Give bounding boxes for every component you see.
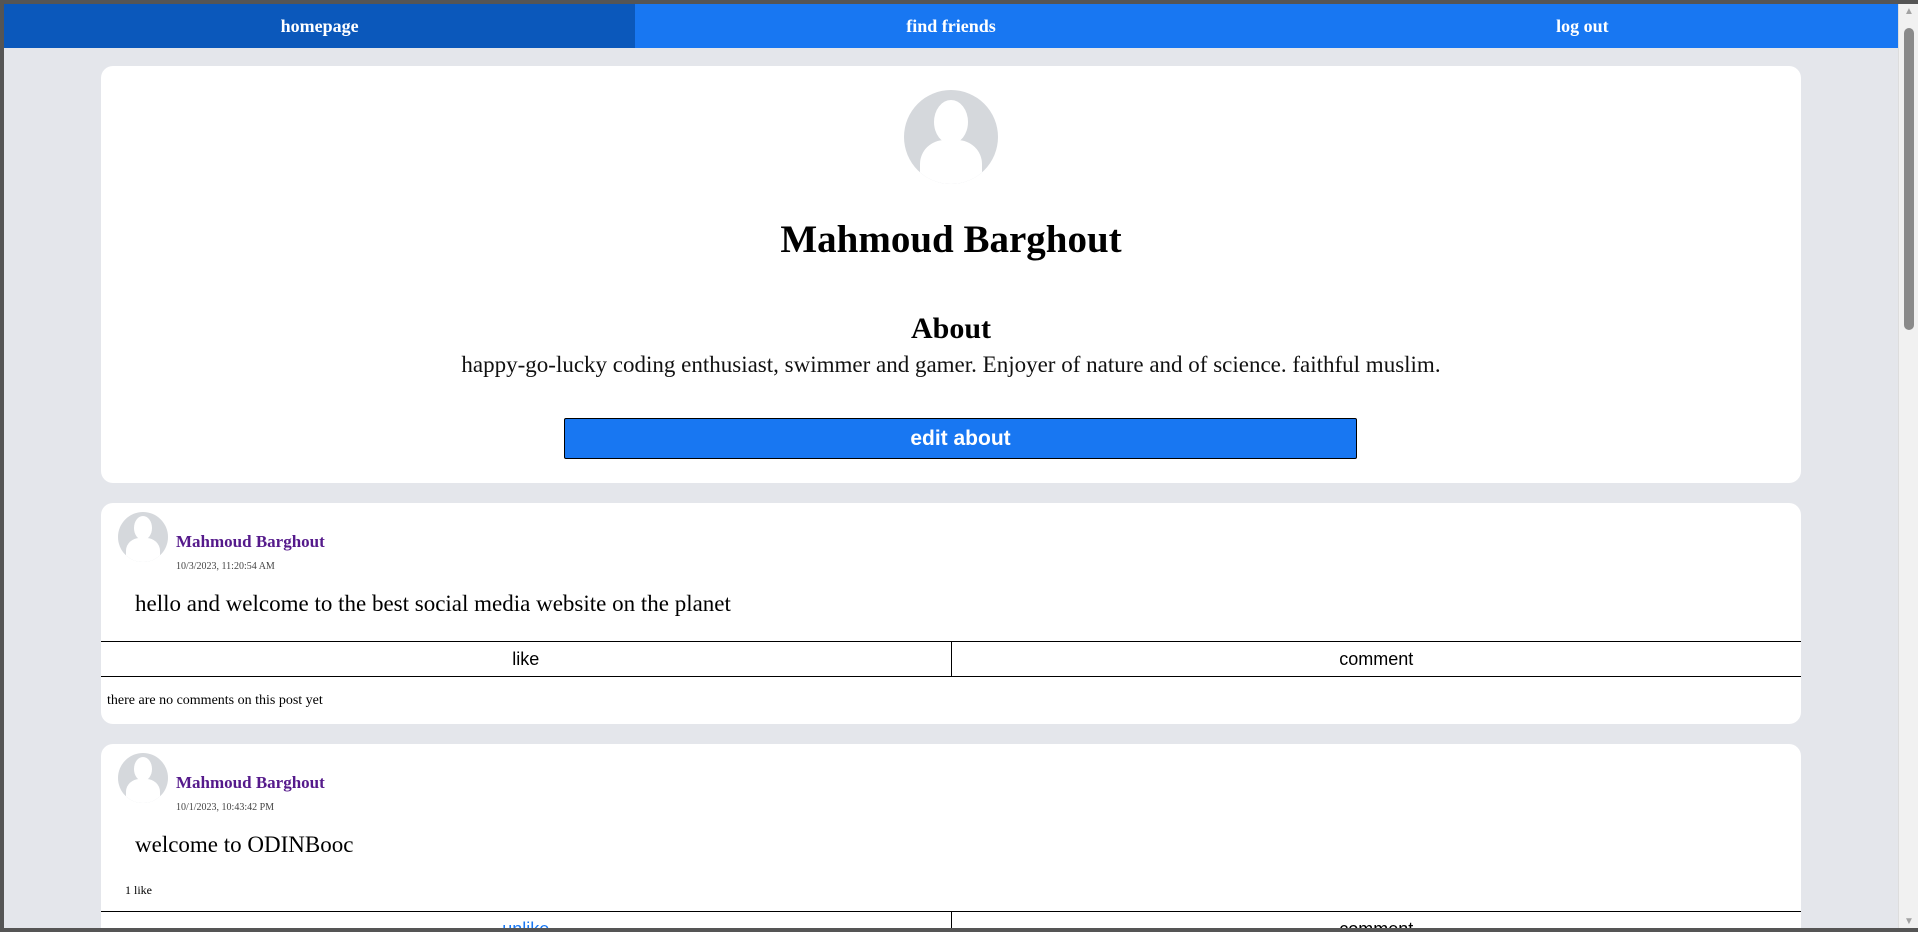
post-author-avatar xyxy=(118,753,168,803)
about-heading: About xyxy=(910,312,992,345)
post-author-link[interactable]: Mahmoud Barghout xyxy=(176,773,325,793)
scroll-up-arrow-icon[interactable]: ▲ xyxy=(1899,2,1918,20)
like-button[interactable]: like xyxy=(101,642,951,676)
post-card: Mahmoud Barghout 10/1/2023, 10:43:42 PM … xyxy=(101,744,1801,932)
scroll-down-arrow-icon[interactable]: ▼ xyxy=(1899,912,1918,930)
post-author-avatar xyxy=(118,512,168,562)
edit-about-button[interactable]: edit about xyxy=(564,418,1357,459)
comment-button[interactable]: comment xyxy=(950,642,1802,676)
profile-card: Mahmoud Barghout About happy-go-lucky co… xyxy=(101,66,1801,483)
post-text: hello and welcome to the best social med… xyxy=(135,591,731,616)
unlike-button[interactable]: unlike xyxy=(101,912,951,932)
vertical-scrollbar[interactable]: ▲ ▼ xyxy=(1898,0,1918,932)
likes-count: 1 like xyxy=(125,883,152,897)
post-timestamp: 10/3/2023, 11:20:54 AM xyxy=(176,561,275,572)
post-actions: like comment xyxy=(101,641,1801,677)
comment-button[interactable]: comment xyxy=(950,912,1802,932)
post-timestamp: 10/1/2023, 10:43:42 PM xyxy=(176,802,275,813)
top-navbar: homepage find friends log out xyxy=(4,4,1898,48)
scrollbar-thumb[interactable] xyxy=(1904,28,1914,330)
post-card: Mahmoud Barghout 10/3/2023, 11:20:54 AM … xyxy=(101,503,1801,724)
nav-log-out[interactable]: log out xyxy=(1267,4,1898,48)
post-header: Mahmoud Barghout 10/1/2023, 10:43:42 PM xyxy=(101,744,1801,820)
post-author-link[interactable]: Mahmoud Barghout xyxy=(176,532,325,552)
profile-avatar xyxy=(904,90,998,184)
nav-find-friends[interactable]: find friends xyxy=(635,4,1266,48)
main-content: Mahmoud Barghout About happy-go-lucky co… xyxy=(101,66,1801,932)
nav-homepage[interactable]: homepage xyxy=(4,4,636,48)
profile-name: Mahmoud Barghout xyxy=(780,218,1122,261)
no-comments-text: there are no comments on this post yet xyxy=(107,693,323,708)
post-text: welcome to ODINBooc xyxy=(135,832,354,857)
post-header: Mahmoud Barghout 10/3/2023, 11:20:54 AM xyxy=(101,503,1801,579)
about-text: happy-go-lucky coding enthusiast, swimme… xyxy=(461,352,1441,377)
post-actions: unlike comment xyxy=(101,911,1801,932)
